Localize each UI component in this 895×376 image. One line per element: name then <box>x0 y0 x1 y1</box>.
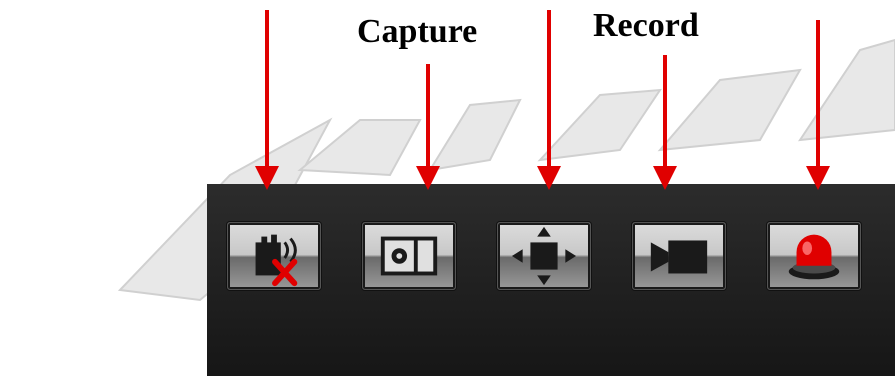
alarm-button[interactable] <box>767 222 861 290</box>
record-icon <box>650 240 708 274</box>
record-label: Record <box>593 7 699 44</box>
audio-mute-button[interactable] <box>227 222 321 290</box>
capture-icon <box>380 236 438 276</box>
player-toolbar <box>207 184 895 376</box>
alarm-icon <box>788 234 840 280</box>
capture-label: Capture <box>357 13 478 50</box>
capture-button[interactable] <box>362 222 456 290</box>
record-button[interactable] <box>632 222 726 290</box>
ptz-control-button[interactable] <box>497 222 591 290</box>
ptz-control-icon <box>511 226 577 286</box>
audio-mute-icon <box>255 234 298 287</box>
